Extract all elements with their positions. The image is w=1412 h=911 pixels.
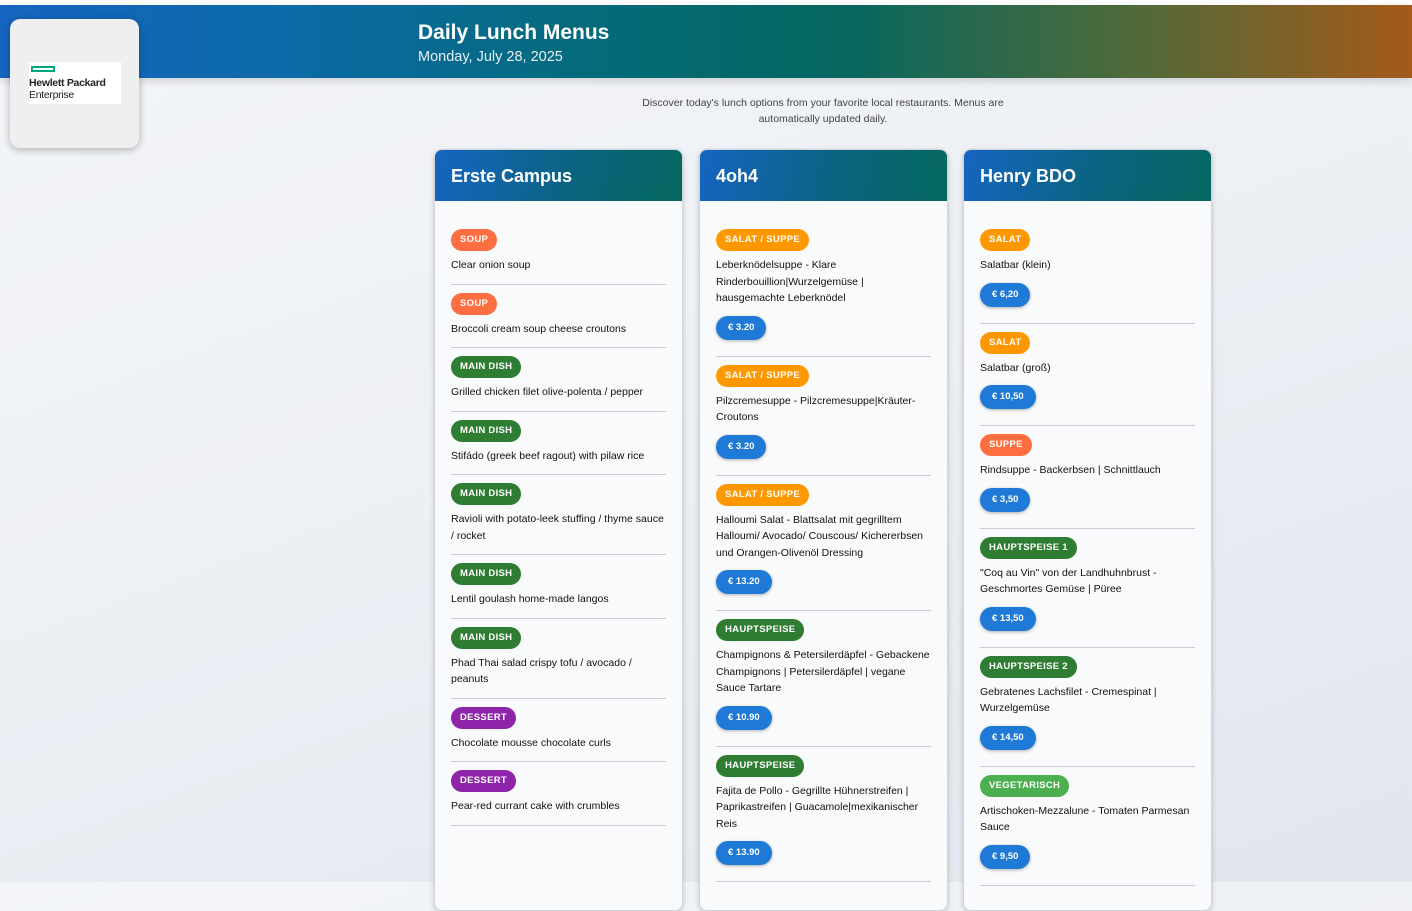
category-badge: SALAT xyxy=(980,229,1031,251)
dish-name: Stifádo (greek beef ragout) with pilaw r… xyxy=(451,449,645,462)
company-logo-card[interactable]: Hewlett Packard Enterprise xyxy=(10,19,139,148)
category-badge: MAIN DISH xyxy=(451,483,522,505)
menu-item: MAIN DISH Grilled chicken filet olive-pol… xyxy=(451,356,666,412)
menu-list: SOUP Clear onion soup SOUP Broccoli cream s… xyxy=(435,201,682,826)
page-header: Daily Lunch Menus Monday, July 28, 2025 xyxy=(0,5,1412,78)
dish-name: Salatbar (groß) xyxy=(980,361,1051,374)
category-badge: MAIN DISH xyxy=(451,563,522,585)
page-title: Daily Lunch Menus xyxy=(418,21,610,44)
category-badge: SOUP xyxy=(451,292,498,315)
restaurant-header: Henry BDO xyxy=(964,150,1211,201)
menu-item: SALAT Salatbar (groß) € 10,50 xyxy=(980,331,1195,426)
menu-item: MAIN DISH Lentil goulash home-made langos xyxy=(451,563,666,619)
restaurant-card-4oh4: 4oh4 SALAT / SUPPE Leberknödelsuppe - Kla… xyxy=(699,149,948,911)
menu-item: HAUPTSPEISE Fajita de Pollo - Gegrillte H… xyxy=(716,754,931,882)
logo-text-line1: Hewlett Packard xyxy=(29,77,106,89)
menu-item: SALAT / SUPPE Halloumi Salat - Blattsalat… xyxy=(716,483,931,611)
category-badge: SALAT / SUPPE xyxy=(716,229,809,251)
restaurant-header: 4oh4 xyxy=(700,150,947,201)
dish-name: Salatbar (klein) xyxy=(980,259,1051,271)
menu-item: DESSERT Pear-red currant cake with crumbl… xyxy=(451,770,666,826)
dish-name: Lentil goulash home-made langos xyxy=(451,593,609,605)
category-badge: HAUPTSPEISE 2 xyxy=(980,655,1077,678)
category-badge: HAUPTSPEISE xyxy=(716,619,805,641)
dish-name: Broccoli cream soup cheese croutons xyxy=(451,322,627,335)
hpe-rectangle-logo-icon xyxy=(31,66,55,72)
menu-item: SALAT / SUPPE Leberknödelsuppe - Klare Ri… xyxy=(716,229,931,357)
menu-item: HAUPTSPEISE 1 "Coq au Vin" von der Landhu… xyxy=(980,536,1195,648)
category-badge: SALAT / SUPPE xyxy=(716,483,809,506)
menu-item: HAUPTSPEISE Champignons & Petersilerdäpfe… xyxy=(716,619,931,747)
category-badge: SALAT / SUPPE xyxy=(716,364,809,387)
category-badge: HAUPTSPEISE xyxy=(716,754,805,777)
dish-name: Artischoken-Mezzalune - Tomaten Parmesan… xyxy=(980,804,1190,834)
dish-name: Halloumi Salat - Blattsalat mit gegrillt… xyxy=(716,513,924,559)
dish-name: Pilzcremesuppe - Pilzcremesuppe|Kräuter-… xyxy=(716,394,916,424)
menu-item: SOUP Clear onion soup xyxy=(451,229,666,285)
category-badge: DESSERT xyxy=(451,706,516,729)
price-badge: € 3.20 xyxy=(716,315,767,340)
logo-text-line2: Enterprise xyxy=(29,89,74,101)
category-badge: HAUPTSPEISE 1 xyxy=(980,536,1077,559)
dish-name: Fajita de Pollo - Gegrillte Hühnerstreif… xyxy=(716,784,919,830)
restaurant-name: Erste Campus xyxy=(451,166,573,186)
category-badge: MAIN DISH xyxy=(451,419,522,442)
menu-item: SUPPE Rindsuppe - Backerbsen | Schnittlau… xyxy=(980,434,1195,529)
restaurant-name: Henry BDO xyxy=(980,166,1077,186)
price-badge: € 9,50 xyxy=(980,844,1031,869)
category-badge: SALAT xyxy=(980,331,1031,354)
menu-list: SALAT Salatbar (klein) € 6,20 SALAT Salatbar… xyxy=(964,201,1211,886)
category-badge: DESSERT xyxy=(451,770,516,792)
category-badge: VEGETARISCH xyxy=(980,774,1070,797)
company-logo: Hewlett Packard Enterprise xyxy=(29,62,121,104)
price-badge: € 13.90 xyxy=(716,841,772,865)
dish-name: Pear-red currant cake with crumbles xyxy=(451,800,620,812)
intro-text: Discover today's lunch options from your… xyxy=(642,97,1004,125)
category-badge: SOUP xyxy=(451,229,498,251)
dish-name: Grilled chicken filet olive-polenta / pe… xyxy=(451,386,644,398)
price-badge: € 3.20 xyxy=(716,434,767,459)
category-badge: MAIN DISH xyxy=(451,356,522,378)
menu-item: VEGETARISCH Artischoken-Mezzalune - Tomat… xyxy=(980,774,1195,886)
price-badge: € 3,50 xyxy=(980,487,1031,512)
menu-item: DESSERT Chocolate mousse chocolate curls xyxy=(451,706,666,762)
dish-name: Phad Thai salad crispy tofu / avocado / … xyxy=(451,656,632,686)
dish-name: Clear onion soup xyxy=(451,259,531,271)
menu-item: SALAT / SUPPE Pilzcremesuppe - Pilzcremes… xyxy=(716,364,931,476)
dish-name: Gebratenes Lachsfilet - Cremespinat | Wu… xyxy=(980,685,1157,715)
restaurant-name: 4oh4 xyxy=(716,166,759,186)
dish-name: "Coq au Vin" von der Landhuhnbrust - Ges… xyxy=(980,566,1157,596)
dish-name: Leberknödelsuppe - Klare Rinderbouillion… xyxy=(716,259,864,304)
page-date: Monday, July 28, 2025 xyxy=(418,49,563,65)
menu-item: MAIN DISH Phad Thai salad crispy tofu / a… xyxy=(451,626,666,699)
menu-list: SALAT / SUPPE Leberknödelsuppe - Klare Ri… xyxy=(700,201,947,882)
menu-item: MAIN DISH Ravioli with potato-leek stuffi… xyxy=(451,483,666,555)
menu-item: SOUP Broccoli cream soup cheese croutons xyxy=(451,292,666,348)
restaurant-header: Erste Campus xyxy=(435,150,682,201)
category-badge: MAIN DISH xyxy=(451,626,522,649)
price-badge: € 6,20 xyxy=(980,282,1031,307)
category-badge: SUPPE xyxy=(980,434,1032,456)
dish-name: Champignons & Petersilerdäpfel - Gebacke… xyxy=(716,649,930,694)
price-badge: € 13.20 xyxy=(716,570,772,594)
restaurant-card-erste-campus: Erste Campus SOUP Clear onion soup SOUP Bro… xyxy=(434,149,683,911)
dish-name: Chocolate mousse chocolate curls xyxy=(451,736,611,749)
menu-item: HAUPTSPEISE 2 Gebratenes Lachsfilet - Cre… xyxy=(980,655,1195,767)
menu-item: MAIN DISH Stifádo (greek beef ragout) wit… xyxy=(451,419,666,475)
price-badge: € 10,50 xyxy=(980,385,1036,409)
dish-name: Rindsuppe - Backerbsen | Schnittlauch xyxy=(980,464,1161,476)
restaurant-card-henry-bdo: Henry BDO SALAT Salatbar (klein) € 6,20 SAL… xyxy=(963,149,1212,911)
price-badge: € 10.90 xyxy=(716,705,772,730)
price-badge: € 14,50 xyxy=(980,725,1036,750)
price-badge: € 13,50 xyxy=(980,606,1036,631)
menu-item: SALAT Salatbar (klein) € 6,20 xyxy=(980,229,1195,324)
dish-name: Ravioli with potato-leek stuffing / thym… xyxy=(451,513,664,542)
